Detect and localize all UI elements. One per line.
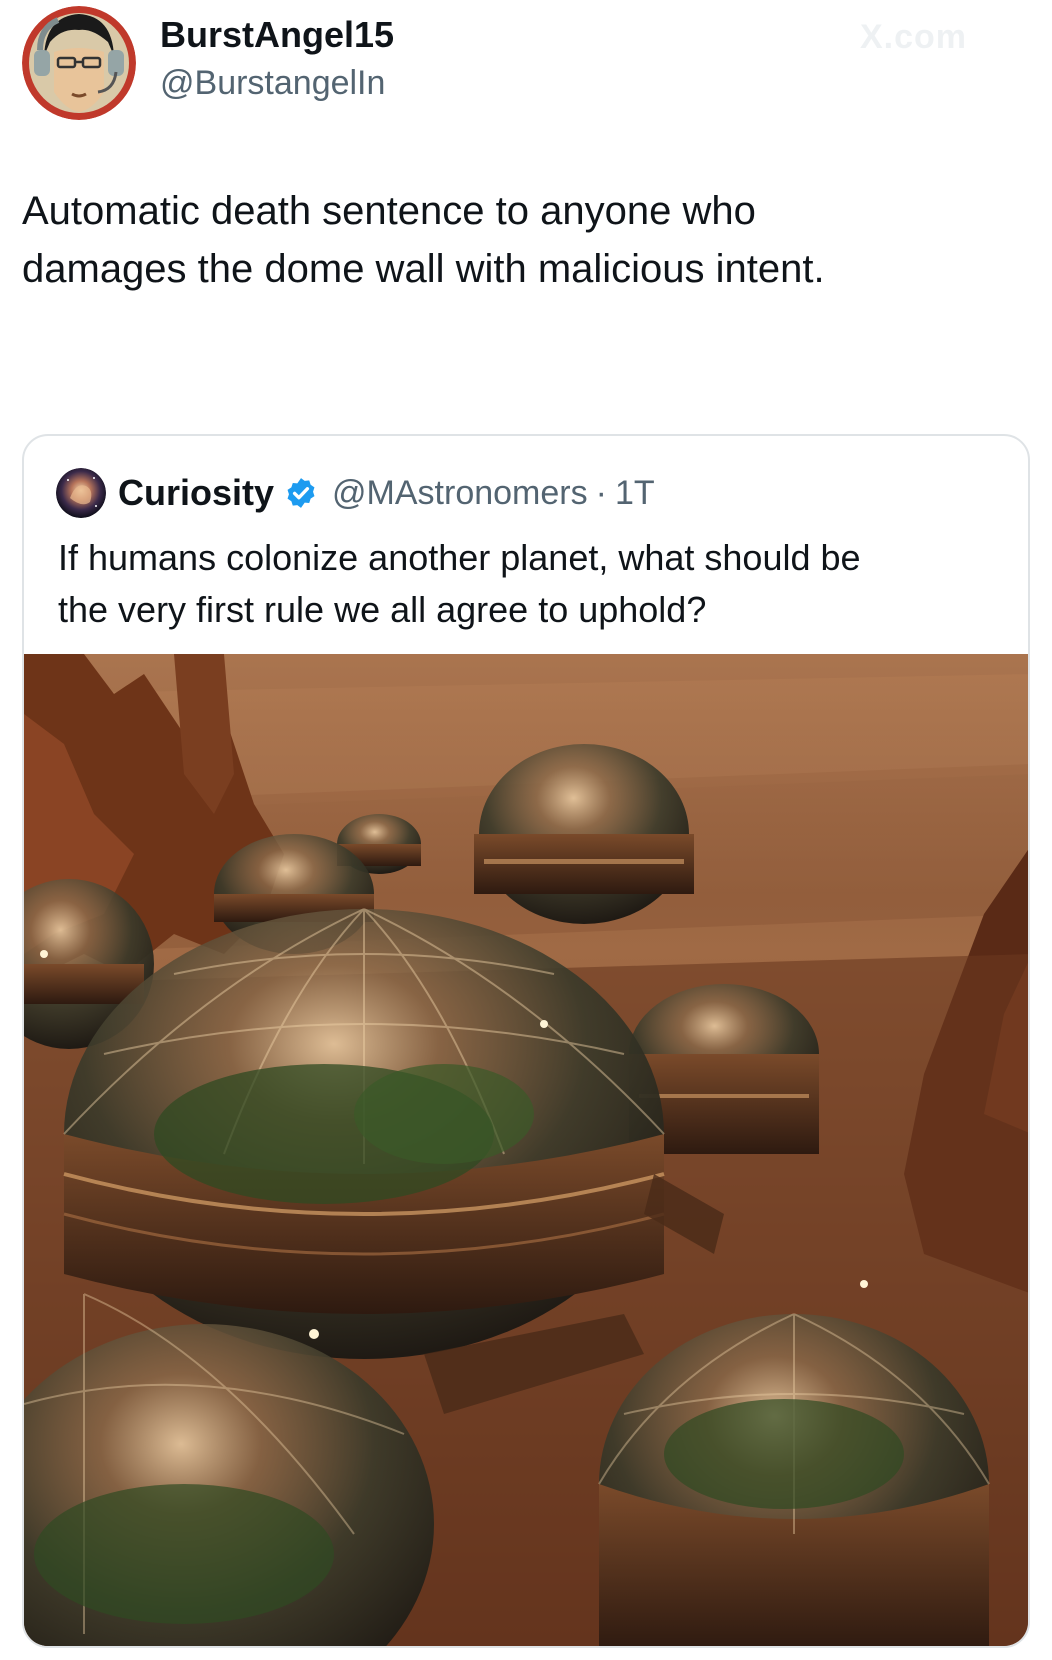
author-display-name[interactable]: BurstAngel15 — [160, 14, 394, 56]
anime-character-avatar-icon — [22, 6, 136, 120]
quoted-post-text: If humans colonize another planet, what … — [58, 532, 1008, 636]
quoted-text-line-1: If humans colonize another planet, what … — [58, 537, 861, 578]
watermark: X.com — [860, 18, 968, 56]
nebula-avatar-icon — [56, 468, 106, 518]
author-handle[interactable]: @BurstangelIn — [160, 64, 385, 103]
post-screenshot: BurstAngel15 @BurstangelIn X.com Automat… — [0, 0, 1052, 1660]
post-text-line-2: damages the dome wall with malicious int… — [22, 247, 825, 291]
mars-dome-colony-image[interactable] — [24, 654, 1028, 1646]
avatar[interactable] — [22, 6, 136, 120]
post-text: Automatic death sentence to anyone who d… — [22, 182, 1012, 298]
quoted-timestamp[interactable]: 1T — [615, 474, 655, 513]
quoted-avatar[interactable] — [56, 468, 106, 518]
post-header: BurstAngel15 @BurstangelIn X.com — [20, 4, 1030, 122]
quoted-display-name[interactable]: Curiosity — [118, 472, 274, 514]
quoted-handle[interactable]: @MAstronomers — [332, 474, 588, 513]
verified-badge-icon — [284, 476, 318, 510]
quoted-post-header: Curiosity @MAstronomers · 1T — [56, 466, 655, 520]
quoted-post-card[interactable]: Curiosity @MAstronomers · 1T If humans c… — [22, 434, 1030, 1648]
quoted-text-line-2: the very first rule we all agree to upho… — [58, 589, 707, 630]
separator-dot: · — [595, 473, 607, 512]
post-text-line-1: Automatic death sentence to anyone who — [22, 189, 756, 233]
